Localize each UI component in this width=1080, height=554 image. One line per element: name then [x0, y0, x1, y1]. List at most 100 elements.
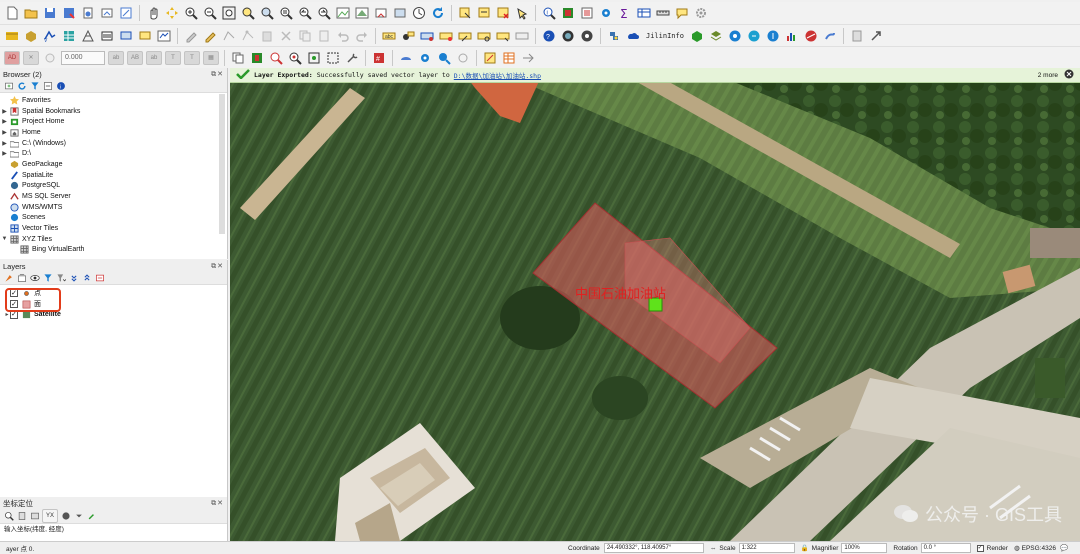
- plugin-label[interactable]: JilinInfo: [644, 32, 686, 40]
- browser-item-project-home[interactable]: ▶ Project Home: [0, 116, 227, 127]
- zoom-selection-icon[interactable]: [240, 5, 256, 21]
- search-plugin-icon[interactable]: [436, 50, 452, 66]
- settings-icon[interactable]: [86, 511, 97, 522]
- map-tips-icon[interactable]: [674, 5, 690, 21]
- add-group-icon[interactable]: [16, 273, 27, 284]
- move-label-icon[interactable]: [457, 28, 473, 44]
- pin-icon[interactable]: [16, 511, 27, 522]
- redo-icon[interactable]: [354, 28, 370, 44]
- coordinate-field[interactable]: 24.490332°, 118.40957°: [603, 543, 704, 553]
- add-selected-icon[interactable]: [3, 81, 14, 92]
- browser-item-mssql[interactable]: MS SQL Server: [0, 191, 227, 202]
- pin-labels-icon[interactable]: [419, 28, 435, 44]
- search-pin-icon[interactable]: [287, 50, 303, 66]
- zoom-last-icon[interactable]: [297, 5, 313, 21]
- browser-item-vector-tiles[interactable]: Vector Tiles: [0, 223, 227, 234]
- browser-scrollbar[interactable]: [219, 94, 225, 234]
- expand-arrow-icon[interactable]: ▶: [0, 150, 9, 157]
- collapse-all-layers-icon[interactable]: [81, 273, 92, 284]
- layout-manager-icon[interactable]: [118, 5, 134, 21]
- add-spatialite-icon[interactable]: [118, 28, 134, 44]
- copy-features-icon[interactable]: [297, 28, 313, 44]
- plugin-circle1-icon[interactable]: [727, 28, 743, 44]
- capture-point-icon[interactable]: [60, 511, 71, 522]
- coord-dropdown-icon[interactable]: [73, 511, 84, 522]
- show-bookmarks-icon[interactable]: [392, 5, 408, 21]
- add-vector-layer-icon[interactable]: V: [42, 28, 58, 44]
- zoom-next-icon[interactable]: [316, 5, 332, 21]
- deselect-icon[interactable]: [495, 5, 511, 21]
- temporal-icon[interactable]: [411, 5, 427, 21]
- abc-button-2[interactable]: AB: [127, 50, 143, 65]
- browser-item-d-drive[interactable]: ▶ D:\: [0, 148, 227, 159]
- zoom-layer-icon[interactable]: [259, 5, 275, 21]
- diagram-icon[interactable]: [514, 28, 530, 44]
- identify-icon[interactable]: i: [541, 5, 557, 21]
- add-mesh-layer-icon[interactable]: [80, 28, 96, 44]
- cut-features-icon[interactable]: [278, 28, 294, 44]
- capture-icon[interactable]: [325, 50, 341, 66]
- red-marker-icon[interactable]: [249, 50, 265, 66]
- show-labels-icon[interactable]: [438, 28, 454, 44]
- plugin-arrow-icon[interactable]: [868, 28, 884, 44]
- collapse-all-icon[interactable]: [42, 81, 53, 92]
- label-tool-icon[interactable]: abc: [381, 28, 397, 44]
- change-label-icon[interactable]: [495, 28, 511, 44]
- clear-icon[interactable]: [29, 511, 40, 522]
- data-source-manager-icon[interactable]: [4, 28, 20, 44]
- filter-icon[interactable]: [29, 81, 40, 92]
- zoom-out-icon[interactable]: [202, 5, 218, 21]
- remove-layer-icon[interactable]: [94, 273, 105, 284]
- paste-features-icon[interactable]: [316, 28, 332, 44]
- pan-icon[interactable]: [145, 5, 161, 21]
- wrench-icon[interactable]: [344, 50, 360, 66]
- open-attribute-table-icon[interactable]: [560, 5, 576, 21]
- print-layout-icon[interactable]: [99, 5, 115, 21]
- message-link[interactable]: D:\数据\加油站\加油站.shp: [454, 70, 541, 80]
- globe-search-icon[interactable]: [560, 28, 576, 44]
- save-as-icon[interactable]: [61, 5, 77, 21]
- plugin-circle2-icon[interactable]: [746, 28, 762, 44]
- plugin-circle3-icon[interactable]: [765, 28, 781, 44]
- plugin-layers-icon[interactable]: [708, 28, 724, 44]
- edits-icon[interactable]: [183, 28, 199, 44]
- plugin-panel-icon[interactable]: [849, 28, 865, 44]
- browser-item-wms[interactable]: WMS/WMTS: [0, 202, 227, 213]
- text-button-2[interactable]: T: [184, 50, 200, 65]
- expand-arrow-icon[interactable]: ▶: [0, 140, 9, 147]
- browser-item-bing[interactable]: Bing VirtualEarth: [0, 245, 227, 256]
- plugin-chart-icon[interactable]: [784, 28, 800, 44]
- close-message-icon[interactable]: [1064, 69, 1074, 81]
- search-red-icon[interactable]: [268, 50, 284, 66]
- browser-item-spatialite[interactable]: SpatiaLite: [0, 170, 227, 181]
- coord-input[interactable]: 输入坐标(纬度, 经度): [0, 524, 227, 537]
- browser-refresh-icon[interactable]: [16, 81, 27, 92]
- flow-icon[interactable]: [520, 50, 536, 66]
- map-canvas[interactable]: 中国石油加油站 公众号 · GIS工具: [230, 68, 1080, 541]
- layer-filter-icon[interactable]: [42, 273, 53, 284]
- magnifier-field[interactable]: 100%: [841, 543, 888, 553]
- rotate-label-icon[interactable]: [476, 28, 492, 44]
- browser-item-spatial-bookmarks[interactable]: ▶ Spatial Bookmarks: [0, 106, 227, 117]
- geocoder-icon[interactable]: [579, 28, 595, 44]
- digitize-icon[interactable]: [221, 28, 237, 44]
- browser-item-geopackage[interactable]: GeoPackage: [0, 159, 227, 170]
- ad-button[interactable]: AD: [4, 50, 20, 65]
- browser-item-postgresql[interactable]: PostgreSQL: [0, 181, 227, 192]
- save-project-icon[interactable]: [42, 5, 58, 21]
- delete-selected-icon[interactable]: [259, 28, 275, 44]
- zoom-in-icon[interactable]: [183, 5, 199, 21]
- plugin-swirl-icon[interactable]: [822, 28, 838, 44]
- plugin-blue-icon[interactable]: [398, 50, 414, 66]
- buffer-value-input[interactable]: 0.000: [61, 50, 105, 65]
- plugin-stripes-icon[interactable]: [803, 28, 819, 44]
- settings-gear-icon[interactable]: [693, 5, 709, 21]
- vertex-tool-icon[interactable]: [240, 28, 256, 44]
- coord-panel-controls[interactable]: ⧉✕: [211, 499, 227, 508]
- expand-all-icon[interactable]: [68, 273, 79, 284]
- toggle-editing-icon[interactable]: [202, 28, 218, 44]
- panel-controls[interactable]: ⧉✕: [211, 70, 227, 79]
- add-virtual-layer-icon[interactable]: [137, 28, 153, 44]
- locator-hint[interactable]: ayer 点 0.: [0, 543, 228, 553]
- attribute-table-icon[interactable]: [636, 5, 652, 21]
